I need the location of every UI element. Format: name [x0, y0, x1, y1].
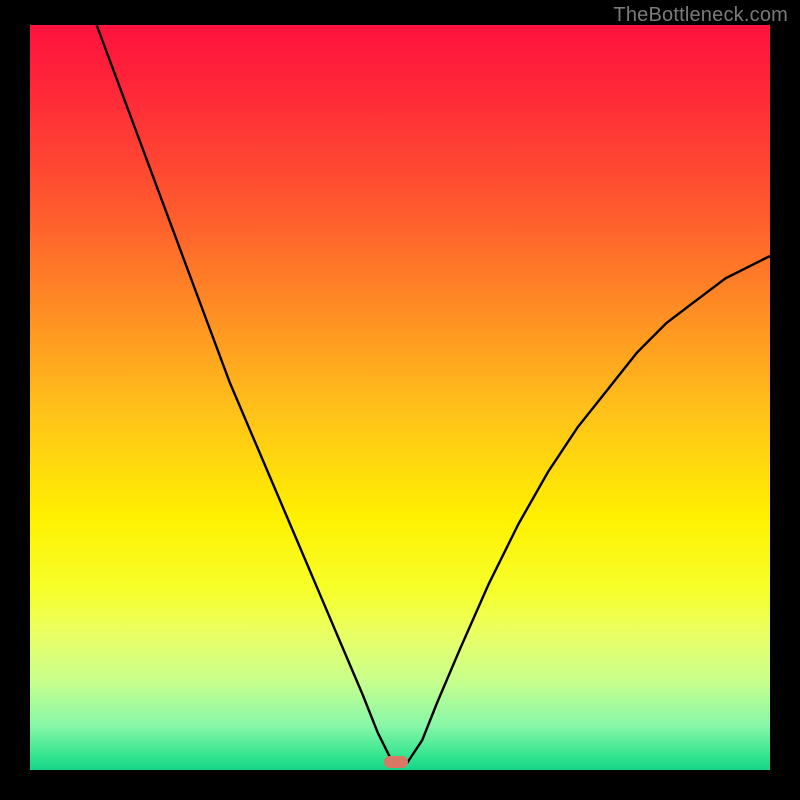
plot-area	[30, 25, 770, 770]
watermark-text: TheBottleneck.com	[613, 4, 788, 27]
chart-frame: TheBottleneck.com	[0, 0, 800, 800]
optimum-marker	[384, 756, 408, 768]
bottleneck-curve	[30, 25, 770, 770]
